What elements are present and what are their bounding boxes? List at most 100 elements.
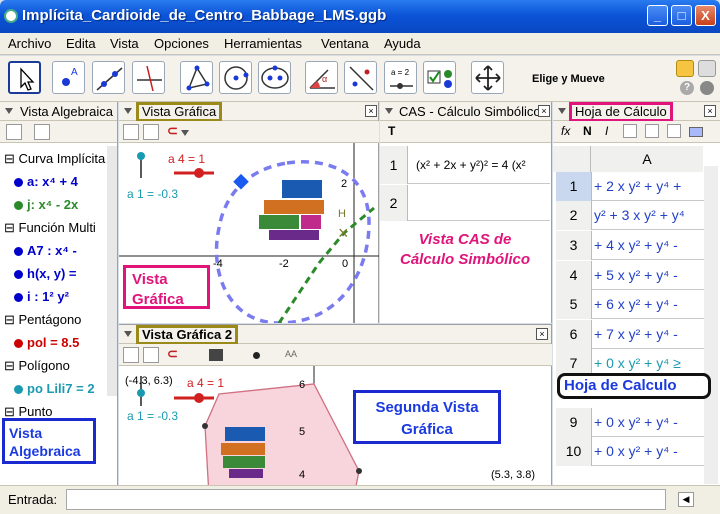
algebra-item[interactable]: j: x⁴ - 2x [14,197,78,217]
italic-icon[interactable]: I [605,124,608,138]
sheet-row[interactable]: 2 y² + 3 x y² + y⁴ [556,201,704,230]
text-style-icon[interactable]: T [388,124,395,138]
row-number[interactable]: 1 [556,172,592,201]
algebra-item[interactable]: po Lili7 = 2 [14,381,95,401]
menu-edita[interactable]: Edita [66,36,96,51]
menu-opciones[interactable]: Opciones [154,36,209,51]
row-number[interactable]: 2 [556,201,592,230]
cas-row[interactable]: 2 [380,185,550,221]
row-number[interactable]: 5 [556,290,592,319]
line-tool[interactable] [92,61,125,94]
align-center-icon[interactable] [645,124,659,138]
redo-icon[interactable] [698,60,716,77]
point-style-icon[interactable] [253,352,260,359]
spreadsheet-scrollbar[interactable] [704,166,718,484]
close-panel-icon[interactable]: × [538,105,550,117]
slider-a1-knob[interactable] [137,152,145,160]
row-number[interactable]: 6 [556,320,592,349]
menu-ayuda[interactable]: Ayuda [384,36,421,51]
label-style-icon[interactable]: AA [285,349,297,359]
polygon-tool[interactable] [180,61,213,94]
cell-a[interactable]: + 0 x y² + y⁴ - [594,443,678,459]
collapse-icon[interactable]: ⊟ [4,220,19,235]
slider-tool[interactable]: a = 2 [384,61,417,94]
cell-a[interactable]: + 0 x y² + y⁴ ≥ [594,355,681,371]
gear-icon[interactable] [700,81,714,95]
column-header-a[interactable]: A [591,146,703,172]
undo-icon[interactable] [676,60,694,77]
row-number[interactable]: 4 [556,261,592,290]
input-help-icon[interactable]: ◀ [678,492,694,507]
algebra-scrollbar[interactable] [107,146,117,396]
point-a[interactable] [233,173,249,190]
algebra-item[interactable]: A7 : x⁴ - [14,243,77,263]
fill-color-icon[interactable] [689,127,703,137]
conic-tool[interactable] [258,61,291,94]
input-field[interactable] [66,489,666,510]
visibility-dot-icon[interactable] [14,247,23,257]
chevron-down-icon[interactable] [181,130,189,136]
minimize-button[interactable]: _ [647,5,668,26]
magnet-icon[interactable]: ⊂ [167,346,178,362]
circle-tool[interactable] [219,61,252,94]
algebra-item[interactable]: h(x, y) = [14,266,77,286]
magnet-icon[interactable]: ⊂ [167,123,178,139]
align-right-icon[interactable] [667,124,681,138]
sheet-row[interactable]: 4 + 5 x y² + y⁴ - [556,261,704,290]
collapse-icon[interactable]: ⊟ [4,151,19,166]
visibility-dot-icon[interactable] [14,178,23,188]
visibility-dot-icon[interactable] [14,270,23,280]
angle-tool[interactable]: α [305,61,338,94]
cell-a[interactable]: + 2 x y² + y⁴ + [594,178,681,194]
grid-icon[interactable] [143,347,159,363]
point-x-marker[interactable]: × [338,223,349,243]
cell-a[interactable]: + 7 x y² + y⁴ - [594,326,678,342]
cell-a[interactable]: + 0 x y² + y⁴ - [594,414,678,430]
sheet-row[interactable]: 9 + 0 x y² + y⁴ - [556,408,704,437]
help-icon[interactable]: ? [680,81,694,95]
collapse-icon[interactable]: ⊟ [4,312,19,327]
move-view-tool[interactable] [471,61,504,94]
slider-a4-knob[interactable] [194,393,204,403]
slider-a4-knob[interactable] [194,168,204,178]
visibility-dot-icon[interactable] [14,339,23,349]
row-number[interactable]: 9 [556,408,592,437]
sheet-row[interactable]: 5 + 6 x y² + y⁴ - [556,290,704,319]
cell-a[interactable]: y² + 3 x y² + y⁴ [594,207,685,223]
cell-a[interactable]: + 6 x y² + y⁴ - [594,296,678,312]
cell-a[interactable]: + 4 x y² + y⁴ - [594,237,678,253]
list-icon[interactable] [6,124,22,140]
sheet-row[interactable]: 1 + 2 x y² + y⁴ + [556,172,704,201]
collapse-icon[interactable]: ⊟ [4,358,19,373]
chevron-down-icon[interactable] [385,108,393,114]
polygon-vertex[interactable] [202,423,208,429]
color-icon[interactable] [209,349,223,361]
algebra-item[interactable]: i : 1² y² [14,289,69,309]
chevron-down-icon[interactable] [5,108,13,114]
visibility-dot-icon[interactable] [14,293,23,303]
slider-a1-knob[interactable] [137,389,145,397]
row-number[interactable]: 10 [556,437,592,466]
algebra-category[interactable]: ⊟ Función Multi [4,220,96,240]
align-left-icon[interactable] [623,124,637,138]
axes-icon[interactable] [123,347,139,363]
close-panel-icon[interactable]: × [704,105,716,117]
close-button[interactable]: X [695,5,716,26]
menu-herramientas[interactable]: Herramientas [224,36,302,51]
bold-icon[interactable]: N [583,124,592,138]
algebra-category[interactable]: ⊟ Polígono [4,358,70,378]
algebra-item[interactable]: pol = 8.5 [14,335,79,355]
chevron-down-icon[interactable] [124,108,132,114]
cell-a[interactable]: + 5 x y² + y⁴ - [594,267,678,283]
move-tool[interactable] [8,61,41,94]
algebra-item[interactable]: a: x⁴ + 4 [14,174,78,194]
sort-icon[interactable] [34,124,50,140]
close-panel-icon[interactable]: × [365,105,377,117]
checkbox-tool[interactable] [423,61,456,94]
visibility-dot-icon[interactable] [14,385,23,395]
sheet-row[interactable]: 3 + 4 x y² + y⁴ - [556,231,704,260]
menu-vista[interactable]: Vista [110,36,139,51]
function-icon[interactable]: fx [561,124,570,138]
axes-icon[interactable] [123,124,139,140]
visibility-dot-icon[interactable] [14,201,23,211]
